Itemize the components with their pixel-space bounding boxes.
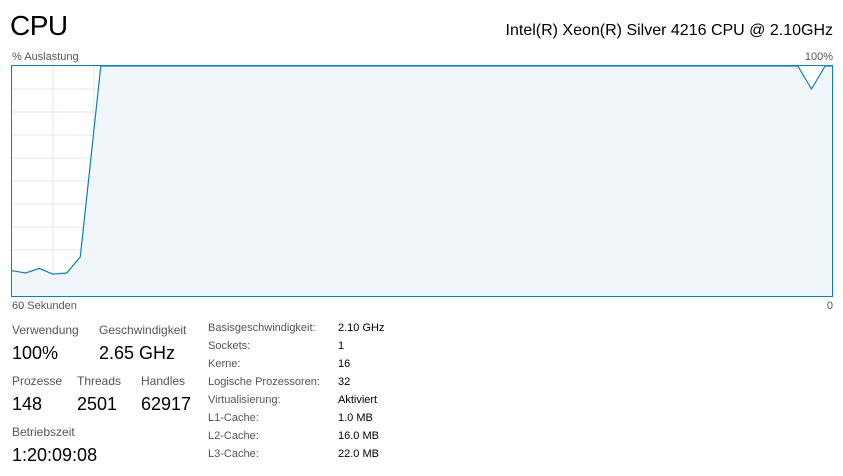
detail-key: Basisgeschwindigkeit: — [208, 322, 316, 334]
processes-label: Prozesse — [12, 374, 63, 388]
usage-value: 100% — [12, 343, 59, 363]
detail-key: Sockets: — [208, 340, 251, 352]
detail-key: L2-Cache: — [208, 430, 259, 442]
uptime-value: 1:20:09:08 — [12, 445, 98, 465]
cpu-model-name: Intel(R) Xeon(R) Silver 4216 CPU @ 2.10G… — [505, 22, 833, 39]
cpu-usage-area — [12, 66, 832, 296]
detail-value: 22.0 MB — [338, 448, 379, 460]
detail-key: Logische Prozessoren: — [208, 376, 320, 388]
cpu-graph-canvas — [12, 66, 832, 296]
usage-label: Verwendung — [12, 323, 79, 337]
detail-value: 2.10 GHz — [338, 322, 385, 334]
utilization-max-label: 100% — [804, 51, 833, 63]
handles-label: Handles — [141, 374, 186, 388]
utilization-min-label: 0 — [826, 300, 833, 312]
detail-key: L1-Cache: — [208, 412, 259, 424]
detail-value: 32 — [338, 376, 351, 388]
threads-value: 2501 — [77, 394, 118, 414]
detail-key: L3-Cache: — [208, 448, 259, 460]
cpu-utilization-graph — [11, 65, 833, 297]
processes-value: 148 — [12, 394, 43, 414]
time-window-label: 60 Sekunden — [12, 300, 77, 312]
utilization-axis-label: % Auslastung — [12, 51, 79, 63]
speed-label: Geschwindigkeit — [99, 323, 187, 337]
page-title: CPU — [10, 10, 68, 41]
speed-value: 2.65 GHz — [99, 343, 176, 363]
threads-label: Threads — [77, 374, 122, 388]
detail-value: 1 — [338, 340, 345, 352]
detail-key: Kerne: — [208, 358, 241, 370]
detail-value: Aktiviert — [338, 394, 378, 406]
detail-value: 16.0 MB — [338, 430, 379, 442]
detail-value: 1.0 MB — [338, 412, 373, 424]
uptime-label: Betriebszeit — [12, 425, 75, 439]
handles-value: 62917 — [141, 394, 192, 414]
detail-value: 16 — [338, 358, 351, 370]
detail-key: Virtualisierung: — [208, 394, 281, 406]
